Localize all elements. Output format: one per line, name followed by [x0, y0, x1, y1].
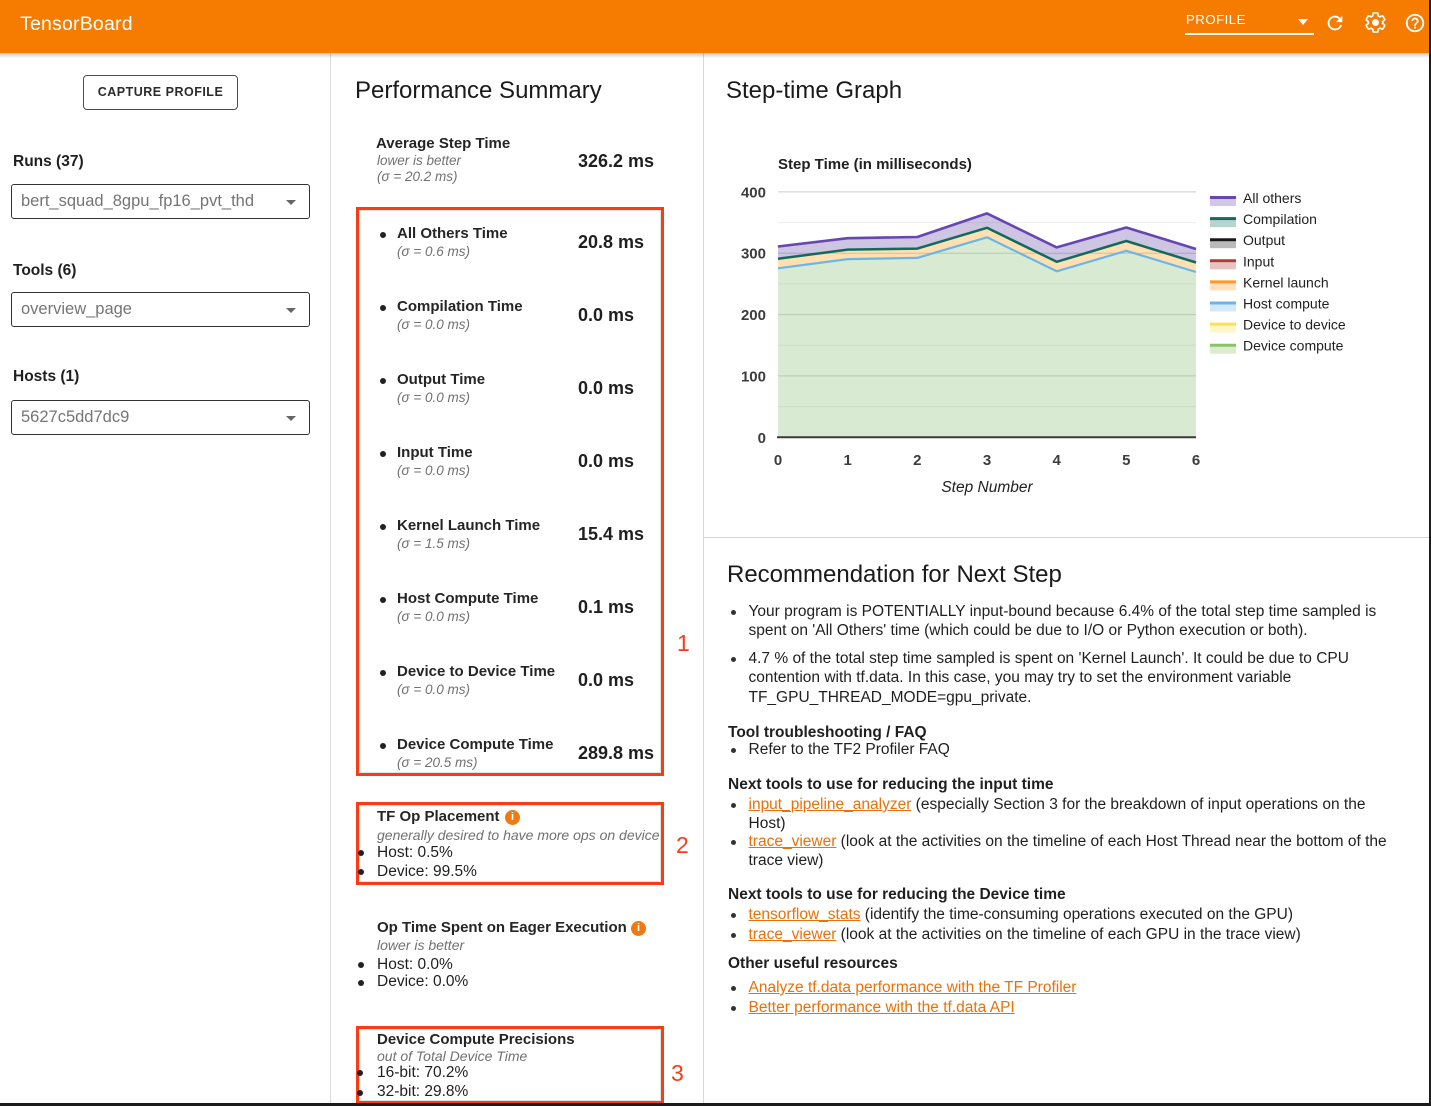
svg-text:300: 300 [741, 246, 766, 263]
svg-text:1: 1 [844, 452, 852, 469]
svg-text:3: 3 [983, 452, 991, 469]
svg-text:200: 200 [741, 307, 766, 324]
svg-text:400: 400 [741, 184, 766, 201]
svg-text:0: 0 [774, 452, 782, 469]
svg-text:4: 4 [1053, 452, 1062, 469]
svg-text:Device to device: Device to device [1243, 317, 1346, 333]
svg-text:All others: All others [1243, 190, 1301, 206]
svg-text:Kernel launch: Kernel launch [1243, 274, 1329, 290]
svg-text:Output: Output [1243, 232, 1285, 248]
svg-text:2: 2 [913, 452, 921, 469]
svg-text:Host compute: Host compute [1243, 296, 1330, 312]
svg-text:Step Number: Step Number [941, 479, 1033, 496]
svg-text:Device compute: Device compute [1243, 338, 1344, 354]
svg-text:Compilation: Compilation [1243, 211, 1317, 227]
svg-text:5: 5 [1122, 452, 1130, 469]
svg-text:6: 6 [1192, 452, 1200, 469]
svg-text:Input: Input [1243, 253, 1274, 269]
svg-text:Step Time (in milliseconds): Step Time (in milliseconds) [778, 156, 972, 173]
svg-text:100: 100 [741, 368, 766, 385]
svg-text:0: 0 [758, 430, 766, 447]
